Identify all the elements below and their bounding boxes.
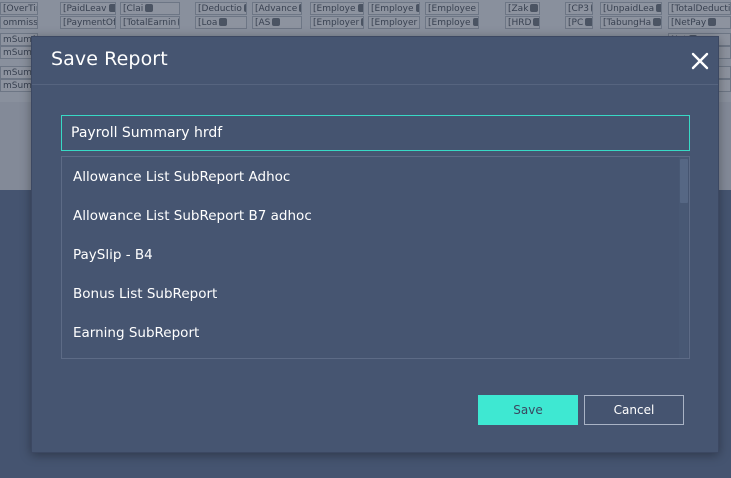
close-icon [691,52,709,70]
report-list-item[interactable]: Allowance List SubReport Adhoc [62,158,677,197]
dialog-header: Save Report [32,37,718,85]
dialog-title: Save Report [51,48,168,70]
report-list: Allowance List SubReport Adhoc Allowance… [61,156,690,359]
save-report-dialog: Save Report Allowance List SubReport Adh… [31,36,719,453]
close-button[interactable] [688,49,712,73]
report-list-item[interactable]: Bonus List SubReport [62,275,677,314]
report-list-item[interactable]: Allowance List SubReport B7 adhoc [62,197,677,236]
list-scrollbar-thumb[interactable] [680,159,688,203]
cancel-button[interactable]: Cancel [584,395,684,425]
report-list-item[interactable]: Earning SubReport [62,314,677,353]
save-button[interactable]: Save [478,395,578,425]
report-list-item[interactable]: PaySlip - B4 [62,236,677,275]
report-name-input[interactable] [61,115,690,151]
